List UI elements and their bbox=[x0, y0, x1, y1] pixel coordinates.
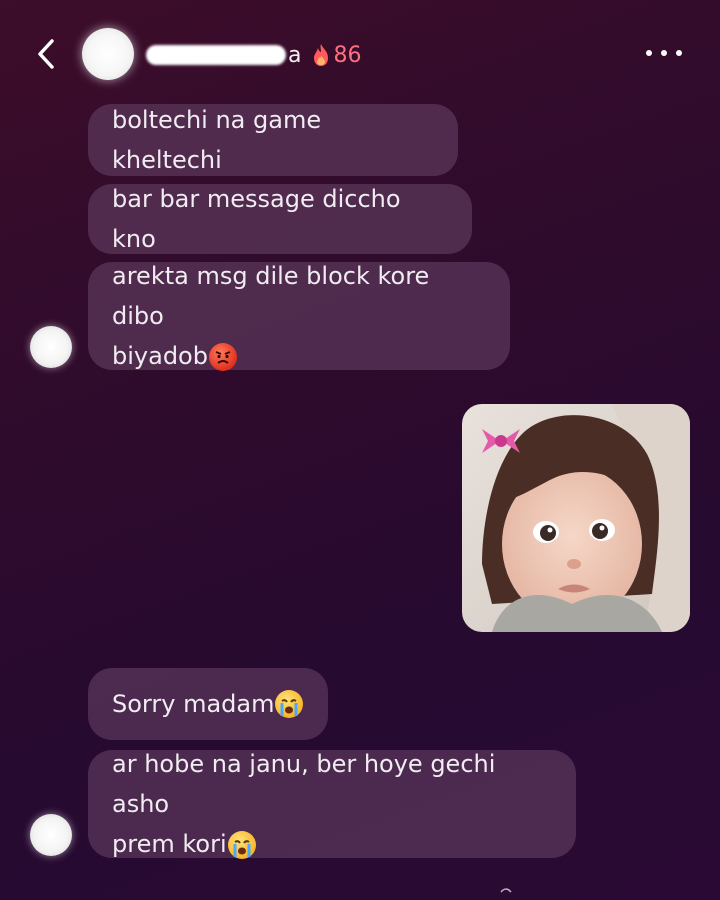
sender-avatar[interactable] bbox=[30, 326, 72, 368]
more-options-button[interactable] bbox=[646, 42, 682, 64]
more-dot-icon bbox=[676, 50, 682, 56]
message-text-line2: prem kori bbox=[112, 830, 227, 858]
sender-avatar[interactable] bbox=[30, 814, 72, 856]
redacted-name bbox=[146, 45, 286, 65]
more-dot-icon bbox=[661, 50, 667, 56]
crying-face-icon bbox=[227, 831, 256, 859]
message-text: Sorry madam bbox=[112, 690, 275, 718]
message-bubble[interactable]: bar bar message diccho kno bbox=[88, 184, 472, 254]
seen-indicator-icon bbox=[500, 888, 512, 893]
message-text-line2: biyadob bbox=[112, 342, 208, 370]
chevron-left-icon bbox=[38, 39, 54, 69]
contact-name-suffix: a bbox=[288, 42, 302, 68]
photo-message[interactable] bbox=[462, 404, 690, 632]
message-text: boltechi na game kheltechi bbox=[112, 106, 322, 174]
message-bubble[interactable]: arekta msg dile block kore dibo biyadob bbox=[88, 262, 510, 371]
more-dot-icon bbox=[646, 50, 652, 56]
back-button[interactable] bbox=[30, 36, 62, 72]
streak-count: 86 bbox=[333, 42, 362, 68]
crying-face-icon bbox=[275, 690, 304, 718]
message-text-line1: ar hobe na janu, ber hoye gechi asho bbox=[112, 750, 496, 818]
message-bubble[interactable]: Sorry madam bbox=[88, 668, 328, 740]
chat-header: a 86 bbox=[0, 0, 720, 108]
angry-face-icon bbox=[208, 343, 237, 371]
message-text: bar bar message diccho kno bbox=[112, 185, 401, 253]
contact-name[interactable]: a 86 bbox=[146, 40, 361, 70]
streak-badge: 86 bbox=[311, 43, 361, 68]
message-bubble[interactable]: boltechi na game kheltechi bbox=[88, 104, 458, 176]
fire-icon bbox=[314, 44, 329, 66]
message-bubble[interactable]: ar hobe na janu, ber hoye gechi asho pre… bbox=[88, 750, 576, 859]
message-text-line2-wrap: biyadob bbox=[112, 336, 237, 376]
message-text-line2-wrap: prem kori bbox=[112, 824, 256, 864]
contact-avatar[interactable] bbox=[82, 28, 134, 80]
message-text-line1: arekta msg dile block kore dibo bbox=[112, 262, 430, 330]
baby-photo-image bbox=[462, 404, 690, 632]
